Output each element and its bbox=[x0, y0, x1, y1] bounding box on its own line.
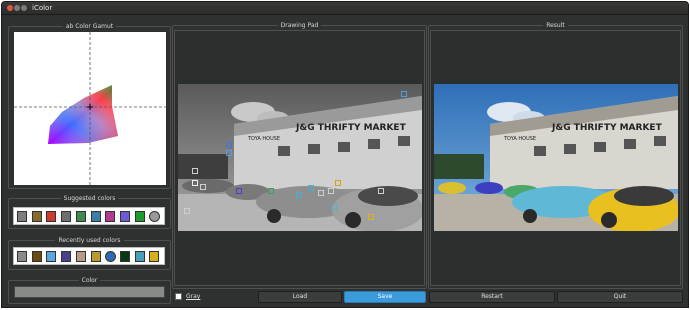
gray-label: Gray bbox=[186, 293, 201, 300]
color-title: Color bbox=[78, 277, 101, 284]
gray-checkbox[interactable] bbox=[175, 293, 182, 300]
color-swatch[interactable] bbox=[17, 211, 27, 222]
grayscale-photo[interactable]: J&G THRIFTY MARKET TOYA HOUSE bbox=[178, 84, 422, 231]
color-swatch[interactable] bbox=[46, 251, 57, 262]
photo-sign-text: J&G THRIFTY MARKET bbox=[295, 123, 407, 133]
color-swatch[interactable] bbox=[149, 251, 160, 262]
color-swatch[interactable] bbox=[17, 251, 27, 262]
color-hint-point[interactable] bbox=[378, 188, 384, 194]
grayscale-photo-canvas[interactable]: J&G THRIFTY MARKET TOYA HOUSE bbox=[178, 84, 422, 231]
photo-sign-small: TOYA HOUSE bbox=[503, 136, 536, 142]
color-hint-point[interactable] bbox=[401, 91, 407, 97]
color-hint-point[interactable] bbox=[328, 188, 334, 194]
color-hint-point[interactable] bbox=[184, 208, 190, 214]
color-hint-point[interactable] bbox=[226, 142, 232, 148]
color-swatch[interactable] bbox=[31, 251, 42, 262]
drawing-pad-title: Drawing Pad bbox=[277, 22, 322, 29]
recent-palette bbox=[13, 247, 165, 265]
color-hint-point[interactable] bbox=[358, 137, 364, 143]
color-hint-point[interactable] bbox=[335, 180, 341, 186]
color-hint-point[interactable] bbox=[192, 180, 198, 186]
color-swatch[interactable] bbox=[75, 251, 86, 262]
gamut-title: ab Color Gamut bbox=[62, 23, 117, 30]
color-hint-point[interactable] bbox=[192, 168, 198, 174]
color-swatch[interactable] bbox=[105, 251, 117, 262]
color-swatch[interactable] bbox=[119, 211, 130, 222]
result-title: Result bbox=[543, 22, 568, 29]
load-button[interactable]: Load bbox=[258, 291, 342, 303]
color-hint-point[interactable] bbox=[226, 150, 232, 156]
maximize-window-button[interactable] bbox=[21, 5, 27, 11]
color-swatch[interactable] bbox=[119, 251, 130, 262]
color-hint-point[interactable] bbox=[368, 214, 374, 220]
color-swatch[interactable] bbox=[46, 211, 57, 222]
color-hint-point[interactable] bbox=[200, 184, 206, 190]
color-hint-point[interactable] bbox=[296, 192, 302, 198]
current-color-swatch bbox=[14, 286, 165, 298]
color-swatch[interactable] bbox=[134, 211, 145, 222]
color-swatch[interactable] bbox=[149, 211, 161, 222]
gamut-plot[interactable] bbox=[14, 32, 166, 185]
color-hint-point[interactable] bbox=[343, 182, 349, 188]
minimize-window-button[interactable] bbox=[14, 5, 20, 11]
close-window-button[interactable] bbox=[7, 5, 13, 11]
color-hint-point[interactable] bbox=[236, 188, 242, 194]
color-swatch[interactable] bbox=[75, 211, 86, 222]
color-swatch[interactable] bbox=[61, 211, 72, 222]
color-hint-point[interactable] bbox=[331, 204, 337, 210]
recent-title: Recently used colors bbox=[55, 237, 124, 244]
suggested-palette bbox=[13, 207, 165, 225]
color-swatch[interactable] bbox=[105, 211, 116, 222]
window-title: iColor bbox=[32, 4, 53, 12]
color-swatch[interactable] bbox=[90, 251, 101, 262]
icolor-window: iColor ab Color Gamut Suggested colors R… bbox=[1, 1, 689, 308]
photo-sign-small: TOYA HOUSE bbox=[247, 136, 280, 142]
suggested-title: Suggested colors bbox=[60, 195, 119, 202]
color-hint-point[interactable] bbox=[308, 185, 314, 191]
color-hint-point[interactable] bbox=[268, 188, 274, 194]
color-swatch[interactable] bbox=[31, 211, 42, 222]
quit-button[interactable]: Quit bbox=[557, 291, 683, 303]
color-swatch[interactable] bbox=[134, 251, 145, 262]
color-swatch[interactable] bbox=[61, 251, 72, 262]
colorized-photo: J&G THRIFTY MARKET TOYA HOUSE bbox=[434, 84, 678, 231]
title-bar: iColor bbox=[2, 2, 688, 15]
ab-gamut-canvas[interactable] bbox=[14, 32, 166, 185]
photo-sign-text: J&G THRIFTY MARKET bbox=[551, 123, 663, 133]
colorized-result-image: J&G THRIFTY MARKET TOYA HOUSE bbox=[434, 84, 678, 231]
restart-button[interactable]: Restart bbox=[429, 291, 555, 303]
color-swatch[interactable] bbox=[90, 211, 101, 222]
color-hint-point[interactable] bbox=[318, 190, 324, 196]
save-button[interactable]: Save bbox=[344, 291, 426, 303]
